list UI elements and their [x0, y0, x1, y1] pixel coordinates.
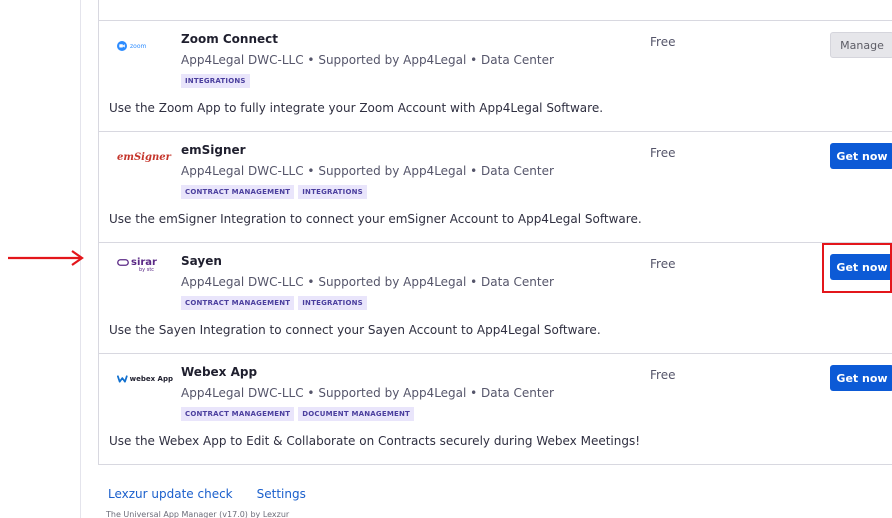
tag-document-management: DOCUMENT MANAGEMENT [298, 407, 415, 421]
app-row-sayen: sirar by stc Sayen App4Legal DWC-LLC • S… [99, 242, 892, 354]
tag-integrations: INTEGRATIONS [181, 74, 250, 88]
emsigner-logo: emSigner [117, 146, 173, 168]
app-price: Free [650, 257, 676, 271]
app-description: Use the Sayen Integration to connect you… [109, 323, 601, 337]
app-name: Zoom Connect [181, 32, 278, 46]
app-row-webex-app: webex App Webex App App4Legal DWC-LLC • … [99, 353, 892, 465]
app-price: Free [650, 368, 676, 382]
zoom-logo-text: zoom [130, 42, 147, 50]
app-description: Use the Zoom App to fully integrate your… [109, 101, 604, 115]
update-check-link[interactable]: Lexzur update check [108, 487, 233, 501]
zoom-camera-icon [117, 41, 127, 51]
annotation-arrow-icon [8, 250, 84, 266]
annotation-highlight-box [822, 243, 892, 293]
app-meta: App4Legal DWC-LLC • Supported by App4Leg… [181, 275, 554, 289]
tag-list: CONTRACT MANAGEMENT DOCUMENT MANAGEMENT [181, 407, 415, 421]
app-price: Free [650, 35, 676, 49]
app-description: Use the emSigner Integration to connect … [109, 212, 642, 226]
settings-link[interactable]: Settings [257, 487, 306, 501]
app-price: Free [650, 146, 676, 160]
manage-button[interactable]: Manage [830, 32, 892, 58]
app-name: Webex App [181, 365, 258, 379]
tag-integrations: INTEGRATIONS [298, 185, 367, 199]
get-now-button[interactable]: Get now [830, 143, 892, 169]
zoom-logo: zoom [117, 35, 173, 57]
app-meta: App4Legal DWC-LLC • Supported by App4Leg… [181, 164, 554, 178]
sirar-logo: sirar by stc [117, 257, 173, 279]
app-list: zoom Zoom Connect App4Legal DWC-LLC • Su… [98, 0, 892, 465]
app-name: emSigner [181, 143, 246, 157]
app-meta: App4Legal DWC-LLC • Supported by App4Leg… [181, 386, 554, 400]
webex-logo-text: webex App [129, 375, 173, 383]
footer-credit: The Universal App Manager (v17.0) by Lex… [106, 510, 290, 518]
tag-contract-management: CONTRACT MANAGEMENT [181, 407, 295, 421]
app-meta: App4Legal DWC-LLC • Supported by App4Leg… [181, 53, 554, 67]
app-row-zoom-connect: zoom Zoom Connect App4Legal DWC-LLC • Su… [99, 20, 892, 132]
tag-list: CONTRACT MANAGEMENT INTEGRATIONS [181, 296, 367, 310]
tag-integrations: INTEGRATIONS [298, 296, 367, 310]
sirar-link-icon [117, 259, 129, 266]
tag-contract-management: CONTRACT MANAGEMENT [181, 185, 295, 199]
tag-list: CONTRACT MANAGEMENT INTEGRATIONS [181, 185, 367, 199]
app-row-emsigner: emSigner emSigner App4Legal DWC-LLC • Su… [99, 131, 892, 243]
webex-icon [117, 375, 128, 383]
tag-contract-management: CONTRACT MANAGEMENT [181, 296, 295, 310]
app-description: Use the Webex App to Edit & Collaborate … [109, 434, 641, 448]
webex-logo: webex App [117, 368, 173, 390]
app-name: Sayen [181, 254, 222, 268]
get-now-button[interactable]: Get now [830, 365, 892, 391]
emsigner-logo-text: emSigner [117, 151, 171, 163]
sirar-logo-subtext: by stc [139, 267, 155, 273]
footer-links: Lexzur update check Settings [108, 487, 306, 501]
tag-list: INTEGRATIONS [181, 74, 250, 88]
